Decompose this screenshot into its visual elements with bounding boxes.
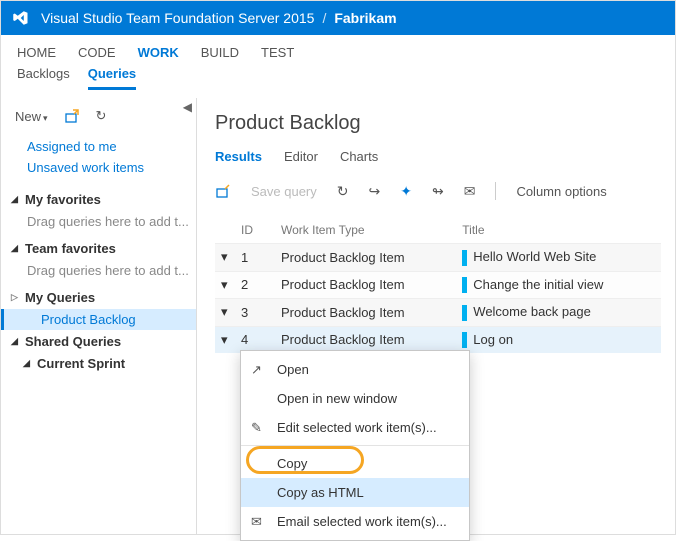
column-options-button[interactable]: Column options bbox=[516, 184, 606, 199]
expand-row-icon[interactable]: ▾ bbox=[215, 244, 235, 272]
breadcrumb-separator: / bbox=[322, 10, 326, 26]
tree-team-favorites[interactable]: ◢Team favorites bbox=[1, 237, 196, 260]
col-id[interactable]: ID bbox=[235, 217, 275, 244]
collapse-sidebar-icon[interactable]: ◀ bbox=[183, 100, 192, 114]
toolbar-divider bbox=[495, 182, 496, 200]
redo-icon[interactable]: ↪ bbox=[369, 183, 381, 200]
ctx-copy[interactable]: Copy bbox=[241, 449, 469, 478]
type-color-bar bbox=[462, 332, 467, 348]
new-query-toolbar-icon[interactable] bbox=[215, 183, 231, 199]
tree-item-current-sprint[interactable]: ◢Current Sprint bbox=[1, 353, 196, 374]
new-dropdown[interactable]: New▾ bbox=[15, 109, 48, 124]
refresh-toolbar-icon[interactable]: ↻ bbox=[337, 183, 349, 200]
sidebar: ◀ New▾ ↻ Assigned to me Unsaved work ite… bbox=[1, 98, 197, 535]
context-menu: ↗Open Open in new window ✎Edit selected … bbox=[240, 350, 470, 541]
tree-item-product-backlog[interactable]: Product Backlog bbox=[1, 309, 196, 330]
link-unsaved-work-items[interactable]: Unsaved work items bbox=[27, 157, 196, 178]
expand-row-icon[interactable]: ▾ bbox=[215, 326, 235, 353]
ctx-open-new-window[interactable]: Open in new window bbox=[241, 384, 469, 413]
expand-row-icon[interactable]: ▾ bbox=[215, 299, 235, 327]
query-toolbar: Save query ↻ ↪ ✦ ↬ ✉ Column options bbox=[215, 178, 661, 211]
refresh-icon[interactable]: ↻ bbox=[96, 108, 107, 124]
nav-home[interactable]: HOME bbox=[17, 45, 56, 60]
ctx-separator bbox=[241, 445, 469, 446]
ctx-edit-selected[interactable]: ✎Edit selected work item(s)... bbox=[241, 413, 469, 442]
col-title[interactable]: Title bbox=[456, 217, 661, 244]
type-color-bar bbox=[462, 305, 467, 321]
pencil-icon: ✎ bbox=[251, 420, 262, 436]
email-icon[interactable]: ✉ bbox=[464, 183, 476, 200]
ctx-email-selected[interactable]: ✉Email selected work item(s)... bbox=[241, 507, 469, 536]
table-row[interactable]: ▾ 2 Product Backlog Item Change the init… bbox=[215, 271, 661, 299]
envelope-icon: ✉ bbox=[251, 514, 262, 530]
vs-logo-icon bbox=[11, 8, 31, 28]
nav-build[interactable]: BUILD bbox=[201, 45, 239, 60]
results-grid: ID Work Item Type Title ▾ 1 Product Back… bbox=[215, 217, 661, 353]
subnav-backlogs[interactable]: Backlogs bbox=[17, 66, 70, 90]
subnav-queries[interactable]: Queries bbox=[88, 66, 136, 90]
ctx-open[interactable]: ↗Open bbox=[241, 355, 469, 384]
link-assigned-to-me[interactable]: Assigned to me bbox=[27, 136, 196, 157]
tab-charts[interactable]: Charts bbox=[340, 149, 378, 168]
tree-shared-queries[interactable]: ◢Shared Queries bbox=[1, 330, 196, 353]
nav-code[interactable]: CODE bbox=[78, 45, 116, 60]
expand-row-icon[interactable]: ▾ bbox=[215, 271, 235, 299]
tree-my-favorites-hint: Drag queries here to add t... bbox=[1, 211, 196, 237]
new-item-star-icon[interactable]: ✦ bbox=[400, 183, 412, 200]
tree-team-favorites-hint: Drag queries here to add t... bbox=[1, 260, 196, 286]
content-tabs: Results Editor Charts bbox=[215, 149, 661, 168]
tab-editor[interactable]: Editor bbox=[284, 149, 318, 168]
table-row[interactable]: ▾ 3 Product Backlog Item Welcome back pa… bbox=[215, 299, 661, 327]
page-title: Product Backlog bbox=[215, 112, 661, 135]
tree-my-queries[interactable]: ▷My Queries bbox=[1, 286, 196, 309]
project-name[interactable]: Fabrikam bbox=[334, 10, 396, 26]
type-color-bar bbox=[462, 250, 467, 266]
save-query-button: Save query bbox=[251, 184, 317, 199]
open-icon: ↗ bbox=[251, 362, 262, 378]
sub-nav: Backlogs Queries bbox=[1, 66, 675, 98]
sidebar-tree: ◢My favorites Drag queries here to add t… bbox=[1, 188, 196, 374]
nav-test[interactable]: TEST bbox=[261, 45, 294, 60]
product-name: Visual Studio Team Foundation Server 201… bbox=[41, 10, 314, 26]
title-bar: Visual Studio Team Foundation Server 201… bbox=[1, 1, 675, 35]
link-icon[interactable]: ↬ bbox=[432, 183, 444, 200]
ctx-copy-as-html[interactable]: Copy as HTML bbox=[241, 478, 469, 507]
main-nav: HOME CODE WORK BUILD TEST bbox=[1, 35, 675, 66]
table-row[interactable]: ▾ 1 Product Backlog Item Hello World Web… bbox=[215, 244, 661, 272]
col-type[interactable]: Work Item Type bbox=[275, 217, 456, 244]
type-color-bar bbox=[462, 277, 467, 293]
nav-work[interactable]: WORK bbox=[138, 45, 179, 60]
tab-results[interactable]: Results bbox=[215, 149, 262, 168]
new-query-icon[interactable] bbox=[64, 108, 80, 124]
tree-my-favorites[interactable]: ◢My favorites bbox=[1, 188, 196, 211]
